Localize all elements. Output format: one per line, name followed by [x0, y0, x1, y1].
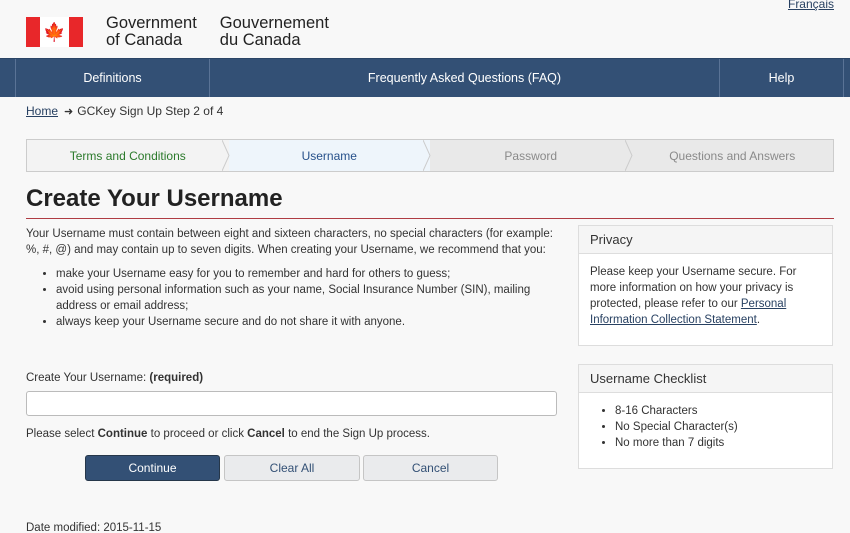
- breadcrumb: Home ➜ GCKey Sign Up Step 2 of 4: [26, 104, 223, 118]
- title-rule: [26, 218, 834, 219]
- clear-all-button[interactable]: Clear All: [224, 455, 360, 481]
- proceed-instructions: Please select Continue to proceed or cli…: [26, 428, 430, 440]
- checklist-title: Username Checklist: [579, 365, 832, 393]
- language-toggle-link[interactable]: Français: [788, 0, 834, 11]
- continue-button[interactable]: Continue: [85, 455, 220, 481]
- chevron-divider-icon: [423, 140, 431, 171]
- canada-flag-icon: 🍁: [26, 17, 83, 47]
- intro-text: Your Username must contain between eight…: [26, 226, 556, 330]
- chevron-divider-icon: [221, 140, 230, 171]
- required-marker: (required): [149, 372, 204, 384]
- gov-name-en: Government of Canada: [106, 14, 197, 49]
- cancel-button[interactable]: Cancel: [363, 455, 498, 481]
- recommendation-list: make your Username easy for you to remem…: [26, 266, 556, 330]
- main-nav: Definitions Frequently Asked Questions (…: [0, 58, 850, 97]
- username-label: Create Your Username: (required): [26, 372, 204, 384]
- list-item: make your Username easy for you to remem…: [56, 266, 556, 282]
- gov-name-fr: Gouvernement du Canada: [219, 14, 329, 49]
- checklist-body: 8-16 Characters No Special Character(s) …: [579, 393, 832, 461]
- checklist-item: No Special Character(s): [615, 419, 821, 435]
- privacy-panel: Privacy Please keep your Username secure…: [578, 225, 833, 346]
- arrow-right-icon: ➜: [64, 105, 74, 118]
- checklist-panel: Username Checklist 8-16 Characters No Sp…: [578, 364, 833, 469]
- page-title: Create Your Username: [26, 185, 283, 212]
- privacy-body: Please keep your Username secure. For mo…: [590, 266, 797, 326]
- step-terms: Terms and Conditions: [27, 140, 230, 171]
- checklist-item: 8-16 Characters: [615, 403, 821, 419]
- step-questions: Questions and Answers: [669, 148, 796, 163]
- list-item: always keep your Username secure and do …: [56, 314, 556, 330]
- username-input[interactable]: [26, 391, 557, 416]
- privacy-title: Privacy: [579, 226, 832, 254]
- list-item: avoid using personal information such as…: [56, 282, 556, 314]
- government-signature: 🍁 Government of Canada Gouvernement du C…: [26, 15, 329, 51]
- progress-steps: Terms and Conditions Username Password Q…: [26, 139, 834, 172]
- nav-definitions[interactable]: Definitions: [16, 59, 210, 97]
- breadcrumb-current: GCKey Sign Up Step 2 of 4: [77, 104, 224, 118]
- nav-faq[interactable]: Frequently Asked Questions (FAQ): [210, 59, 720, 97]
- nav-spacer: [0, 59, 16, 97]
- step-password: Password: [430, 140, 633, 171]
- checklist-item: No more than 7 digits: [615, 435, 821, 451]
- step-username: Username: [228, 140, 431, 171]
- date-modified: Date modified: 2015-11-15: [26, 522, 162, 533]
- breadcrumb-home-link[interactable]: Home: [26, 104, 58, 118]
- intro-paragraph: Your Username must contain between eight…: [26, 228, 553, 256]
- chevron-divider-icon: [624, 140, 633, 171]
- nav-help[interactable]: Help: [720, 59, 844, 97]
